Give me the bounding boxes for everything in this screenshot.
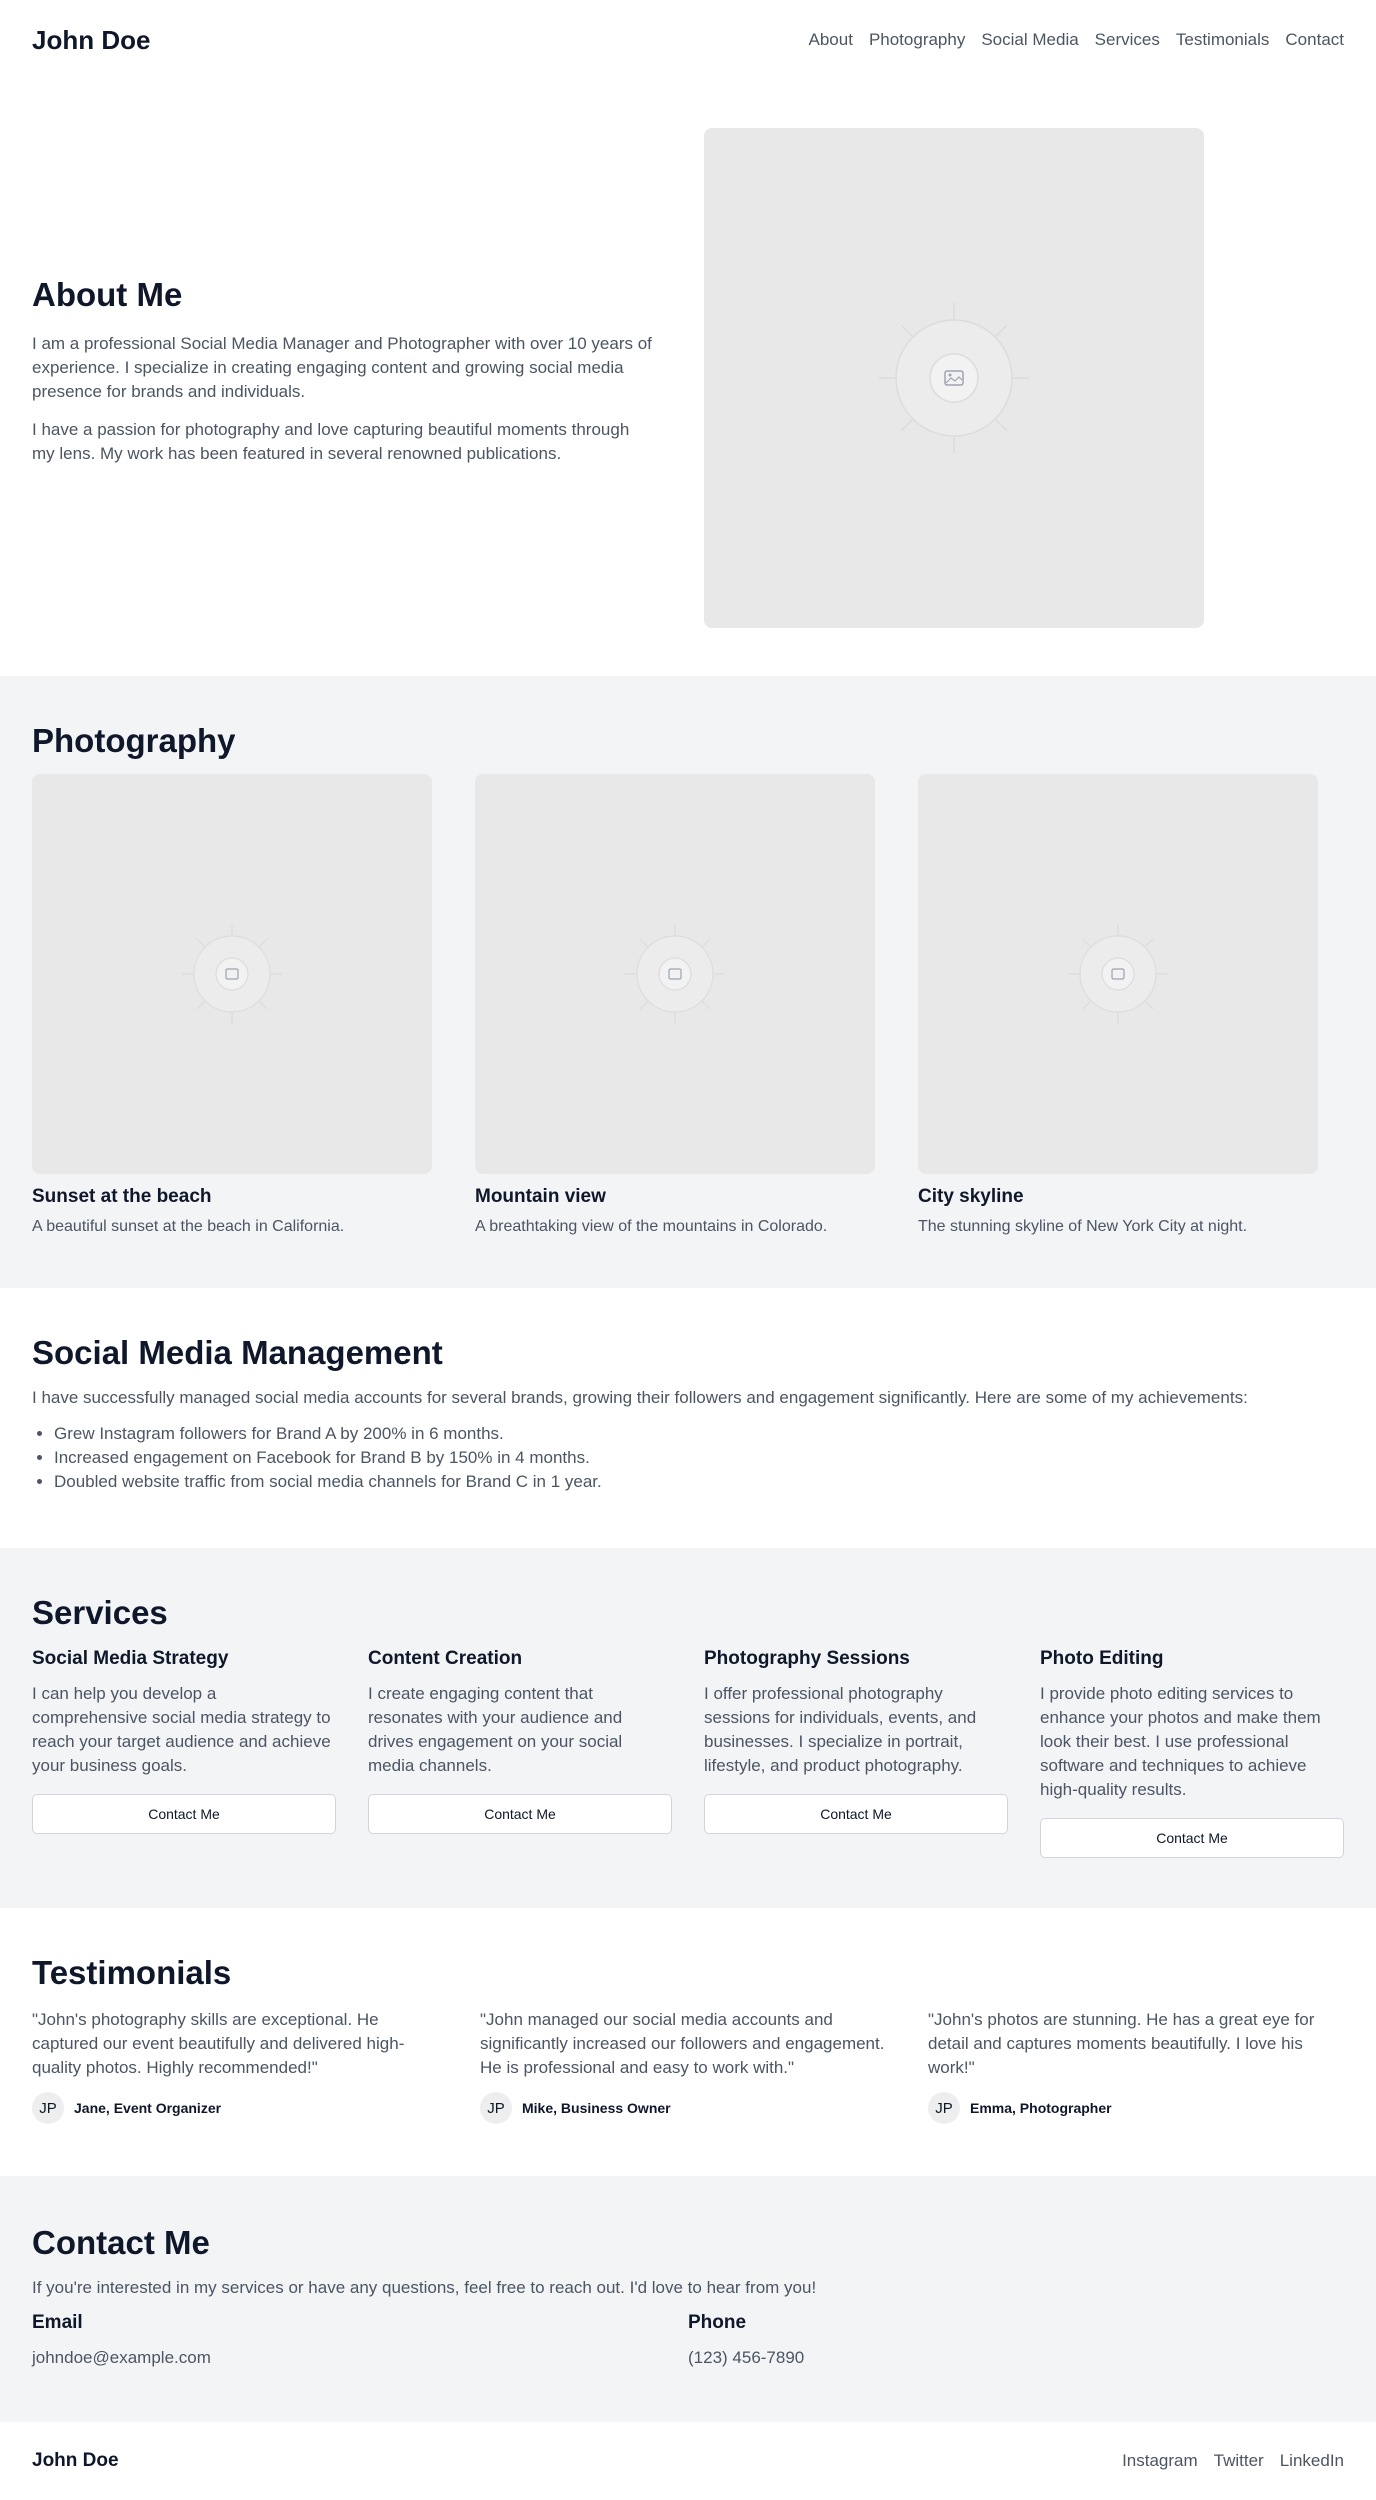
testimonial-author: JP Mike, Business Owner [480,2092,896,2124]
nav-link-photography[interactable]: Photography [869,30,965,50]
author-name: Emma, Photographer [970,2100,1112,2116]
service-description: I create engaging content that resonates… [368,1684,623,1775]
testimonial-quote: "John's photography skills are exception… [32,2010,405,2077]
email-link[interactable]: johndoe@example.com [32,2348,688,2368]
nav-link-services[interactable]: Services [1095,30,1160,50]
photography-section: Photography Sunset at the beach A beauti… [0,676,1376,1288]
achievement-item: Increased engagement on Facebook for Bra… [54,1446,1344,1470]
testimonial-quote: "John managed our social media accounts … [480,2010,885,2077]
service-description: I can help you develop a comprehensive s… [32,1684,331,1775]
image-placeholder-icon [625,924,725,1024]
avatar: JP [32,2092,64,2124]
services-title: Services [32,1594,168,1631]
photo-image[interactable] [32,774,432,1174]
contact-me-button[interactable]: Contact Me [368,1794,672,1834]
photo-image[interactable] [475,774,875,1174]
twitter-link[interactable]: Twitter [1214,2451,1264,2471]
avatar: JP [480,2092,512,2124]
social-media-title: Social Media Management [32,1334,443,1371]
service-title: Content Creation [368,1648,523,1669]
contact-me-button[interactable]: Contact Me [32,1794,336,1834]
photo-description: The stunning skyline of New York City at… [918,1218,1248,1235]
service-card: Content Creation I create engaging conte… [368,1648,672,1858]
about-paragraph: I have a passion for photography and lov… [32,420,630,463]
nav-link-about[interactable]: About [809,30,853,50]
author-name: Jane, Event Organizer [74,2100,222,2116]
image-placeholder-icon [879,303,1029,453]
photo-description: A breathtaking view of the mountains in … [475,1218,828,1235]
service-description: I offer professional photography session… [704,1684,977,1775]
achievements-list: Grew Instagram followers for Brand A by … [32,1422,1344,1494]
testimonial-quote: "John's photos are stunning. He has a gr… [928,2010,1315,2077]
about-paragraph: I am a professional Social Media Manager… [32,334,652,401]
testimonials-grid: "John's photography skills are exception… [32,2008,1344,2124]
image-placeholder-icon [1068,924,1168,1024]
phone-link[interactable]: (123) 456-7890 [688,2348,1344,2368]
testimonial-author: JP Emma, Photographer [928,2092,1344,2124]
testimonial-author: JP Jane, Event Organizer [32,2092,448,2124]
about-title: About Me [32,276,183,313]
author-name: Mike, Business Owner [522,2100,671,2116]
services-grid: Social Media Strategy I can help you dev… [32,1648,1344,1858]
instagram-link[interactable]: Instagram [1122,2451,1198,2471]
contact-details: Email johndoe@example.com Phone (123) 45… [32,2312,1344,2368]
about-image [704,128,1204,628]
nav-link-social-media[interactable]: Social Media [981,30,1078,50]
testimonial-card: "John managed our social media accounts … [480,2008,896,2124]
service-title: Photo Editing [1040,1648,1164,1669]
image-placeholder-icon [182,924,282,1024]
photo-card[interactable]: Sunset at the beach A beautiful sunset a… [32,774,432,1236]
photo-card[interactable]: Mountain view A breathtaking view of the… [475,774,875,1236]
photo-title: Mountain view [475,1186,606,1207]
nav-link-testimonials[interactable]: Testimonials [1176,30,1270,50]
testimonials-title: Testimonials [32,1954,232,1991]
achievement-item: Doubled website traffic from social medi… [54,1470,1344,1494]
photo-card[interactable]: City skyline The stunning skyline of New… [918,774,1318,1236]
service-card: Photography Sessions I offer professiona… [704,1648,1008,1858]
photography-title: Photography [32,722,236,759]
photo-gallery: Sunset at the beach A beautiful sunset a… [32,774,1344,1236]
testimonial-card: "John's photos are stunning. He has a gr… [928,2008,1344,2124]
service-title: Social Media Strategy [32,1648,229,1669]
main-nav: About Photography Social Media Services … [809,30,1345,50]
linkedin-link[interactable]: LinkedIn [1280,2451,1344,2471]
contact-intro: If you're interested in my services or h… [32,2278,817,2297]
nav-link-contact[interactable]: Contact [1285,30,1344,50]
contact-title: Contact Me [32,2224,210,2261]
contact-email-block: Email johndoe@example.com [32,2312,688,2368]
service-title: Photography Sessions [704,1648,910,1669]
service-card: Social Media Strategy I can help you dev… [32,1648,336,1858]
about-section: About Me I am a professional Social Medi… [0,80,1376,676]
photo-description: A beautiful sunset at the beach in Calif… [32,1218,345,1235]
service-description: I provide photo editing services to enha… [1040,1684,1321,1799]
site-header: John Doe About Photography Social Media … [0,0,1376,80]
social-links: Instagram Twitter LinkedIn [1122,2451,1344,2471]
testimonials-section: Testimonials "John's photography skills … [0,1908,1376,2176]
about-text: About Me I am a professional Social Medi… [32,276,672,480]
photo-title: Sunset at the beach [32,1186,212,1207]
site-footer: John Doe Instagram Twitter LinkedIn [0,2422,1376,2500]
email-label: Email [32,2312,83,2333]
contact-me-button[interactable]: Contact Me [1040,1818,1344,1858]
footer-brand: John Doe [32,2450,119,2471]
phone-label: Phone [688,2312,747,2333]
avatar: JP [928,2092,960,2124]
photo-image[interactable] [918,774,1318,1174]
achievement-item: Grew Instagram followers for Brand A by … [54,1422,1344,1446]
service-card: Photo Editing I provide photo editing se… [1040,1648,1344,1858]
contact-section: Contact Me If you're interested in my se… [0,2176,1376,2422]
social-media-section: Social Media Management I have successfu… [0,1288,1376,1548]
contact-me-button[interactable]: Contact Me [704,1794,1008,1834]
contact-phone-block: Phone (123) 456-7890 [688,2312,1344,2368]
social-media-intro: I have successfully managed social media… [32,1388,1248,1407]
photo-title: City skyline [918,1186,1024,1207]
services-section: Services Social Media Strategy I can hel… [0,1548,1376,1908]
about-image-col [672,128,1344,628]
testimonial-card: "John's photography skills are exception… [32,2008,448,2124]
brand-logo[interactable]: John Doe [32,25,150,56]
